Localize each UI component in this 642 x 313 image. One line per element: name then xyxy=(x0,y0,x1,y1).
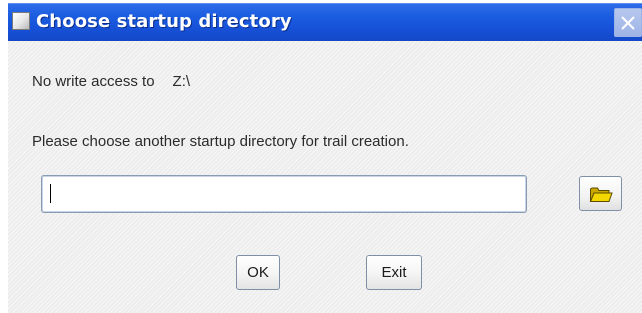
dialog-window: Choose startup directory No write access… xyxy=(0,0,642,313)
no-write-access-message: No write access to Z:\ xyxy=(32,73,190,90)
close-button[interactable] xyxy=(614,8,642,37)
folder-icon xyxy=(589,187,613,202)
directory-input[interactable] xyxy=(41,175,527,213)
no-access-path: Z:\ xyxy=(172,73,191,90)
no-access-label: No write access to xyxy=(32,73,155,90)
text-caret xyxy=(50,184,51,203)
dialog-content: No write access to Z:\ Please choose anot… xyxy=(8,41,642,313)
title-bar[interactable]: Choose startup directory xyxy=(8,3,642,41)
exit-button[interactable]: Exit xyxy=(366,255,422,290)
instruction-message: Please choose another startup directory … xyxy=(32,133,409,150)
dialog-title: Choose startup directory xyxy=(36,11,292,32)
close-x-icon xyxy=(621,15,635,30)
window-app-icon xyxy=(12,12,30,30)
ok-button[interactable]: OK xyxy=(236,255,280,290)
browse-folder-button[interactable] xyxy=(579,176,622,211)
